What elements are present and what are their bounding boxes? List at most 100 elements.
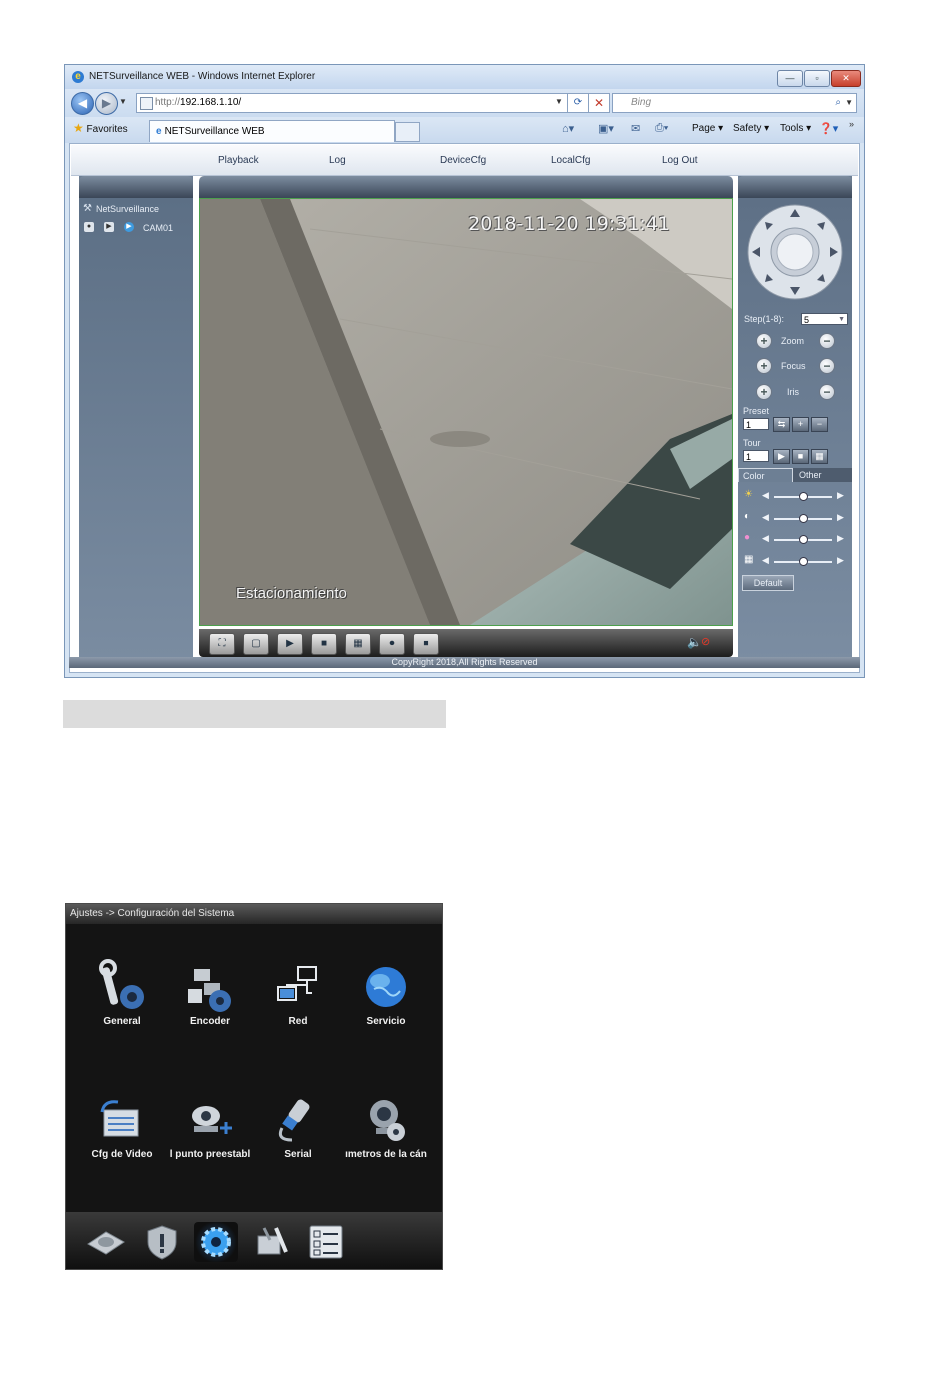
close-all-video-icon[interactable]: ■ bbox=[311, 633, 337, 655]
tools-menu[interactable]: Tools ▾ bbox=[780, 123, 811, 134]
menu-item-encoder[interactable]: Encoder bbox=[166, 1016, 254, 1027]
preset-remove-button[interactable]: − bbox=[811, 417, 828, 432]
focus-near-button[interactable]: + bbox=[756, 358, 772, 374]
back-button[interactable]: ◀ bbox=[71, 92, 94, 115]
menu-item-cfg-video[interactable]: Cfg de Video bbox=[78, 1149, 166, 1160]
record-icon[interactable]: ● bbox=[84, 222, 94, 232]
ptz-direction-pad[interactable] bbox=[747, 204, 843, 300]
saturation-increase-icon[interactable]: ▶ bbox=[837, 533, 844, 544]
new-tab-button[interactable] bbox=[395, 122, 420, 142]
tour-stop-button[interactable]: ■ bbox=[792, 449, 809, 464]
star-icon: ★ bbox=[73, 121, 84, 135]
safety-menu[interactable]: Safety ▾ bbox=[733, 123, 769, 134]
contrast-knob[interactable] bbox=[799, 514, 808, 523]
network-icon[interactable] bbox=[268, 959, 328, 1019]
close-button[interactable]: ✕ bbox=[831, 70, 861, 87]
address-bar[interactable]: http://192.168.1.10/ bbox=[136, 93, 568, 113]
dvr-system-menu: Ajustes -> Configuración del Sistema Gen… bbox=[65, 903, 443, 1270]
hard-disk-icon[interactable] bbox=[84, 1222, 128, 1262]
nav-playback[interactable]: Playback bbox=[218, 155, 259, 166]
search-dropdown-icon[interactable]: ▼ bbox=[845, 94, 853, 112]
globe-icon[interactable] bbox=[356, 959, 416, 1019]
stop-button[interactable]: ✕ bbox=[588, 93, 610, 113]
snapshot-icon[interactable]: ▦ bbox=[345, 633, 371, 655]
video-feed[interactable]: 2018-11-20 19:31:41 Estacionamiento bbox=[199, 198, 733, 626]
maximize-button[interactable]: ▫ bbox=[804, 70, 830, 87]
preset-label: Preset bbox=[743, 406, 770, 416]
encoder-blocks-icon[interactable] bbox=[180, 959, 240, 1019]
menu-item-servicio[interactable]: Servicio bbox=[342, 1016, 430, 1027]
menu-item-preset[interactable]: l punto preestabl bbox=[166, 1149, 254, 1160]
home-icon[interactable]: ⌂▾ bbox=[562, 122, 574, 135]
record-start-icon[interactable]: ⏺ bbox=[379, 633, 405, 655]
tab-color[interactable]: Color bbox=[738, 468, 793, 482]
shield-icon[interactable] bbox=[140, 1222, 184, 1262]
history-dropdown-icon[interactable]: ▼ bbox=[119, 97, 127, 106]
hue-decrease-icon[interactable]: ◀ bbox=[762, 555, 769, 566]
menu-item-general[interactable]: General bbox=[78, 1016, 166, 1027]
search-input[interactable]: Bing ⌕ ▼ bbox=[612, 93, 857, 113]
zoom-label: Zoom bbox=[781, 336, 805, 346]
tab-netsurveillance[interactable]: e NETSurveillance WEB bbox=[149, 120, 395, 142]
serial-cable-icon[interactable] bbox=[268, 1092, 328, 1152]
nav-devicecfg[interactable]: DeviceCfg bbox=[440, 155, 486, 166]
preset-goto-button[interactable]: ⇆ bbox=[773, 417, 790, 432]
wrench-gear-icon[interactable] bbox=[92, 959, 152, 1019]
saturation-knob[interactable] bbox=[799, 535, 808, 544]
mail-icon[interactable]: ✉ bbox=[631, 122, 640, 135]
play-icon[interactable]: ▶ bbox=[104, 222, 114, 232]
tree-root[interactable]: NetSurveillance bbox=[96, 204, 159, 214]
hue-increase-icon[interactable]: ▶ bbox=[837, 555, 844, 566]
mute-icon[interactable]: 🔈 bbox=[687, 635, 702, 649]
focus-far-button[interactable]: − bbox=[819, 358, 835, 374]
brightness-decrease-icon[interactable]: ◀ bbox=[762, 490, 769, 501]
hue-knob[interactable] bbox=[799, 557, 808, 566]
brightness-increase-icon[interactable]: ▶ bbox=[837, 490, 844, 501]
tools-icon[interactable] bbox=[250, 1222, 294, 1262]
chevron-more-icon[interactable]: » bbox=[849, 119, 854, 129]
menu-item-camera-params[interactable]: ımetros de la cán bbox=[342, 1149, 430, 1160]
tour-play-button[interactable]: ▶ bbox=[773, 449, 790, 464]
search-icon[interactable]: ⌕ bbox=[835, 94, 841, 112]
camera-play-icon[interactable]: ▶ bbox=[124, 222, 134, 232]
brightness-knob[interactable] bbox=[799, 492, 808, 501]
fullscreen-icon[interactable]: ⛶ bbox=[209, 633, 235, 655]
iris-open-button[interactable]: + bbox=[756, 384, 772, 400]
preset-input[interactable]: 1 bbox=[743, 418, 769, 430]
iris-close-button[interactable]: − bbox=[819, 384, 835, 400]
menu-item-serial[interactable]: Serial bbox=[254, 1149, 342, 1160]
minimize-button[interactable]: — bbox=[777, 70, 803, 87]
contrast-increase-icon[interactable]: ▶ bbox=[837, 512, 844, 523]
address-dropdown-icon[interactable]: ▼ bbox=[553, 93, 565, 111]
tour-grid-button[interactable]: ▦ bbox=[811, 449, 828, 464]
step-select[interactable]: 5 ▼ bbox=[801, 313, 848, 325]
saturation-decrease-icon[interactable]: ◀ bbox=[762, 533, 769, 544]
gear-icon[interactable] bbox=[194, 1222, 238, 1262]
video-config-icon[interactable] bbox=[92, 1092, 152, 1152]
preset-add-button[interactable]: + bbox=[792, 417, 809, 432]
print-icon[interactable]: ⎙▾ bbox=[655, 122, 668, 135]
menu-item-red[interactable]: Red bbox=[254, 1016, 342, 1027]
record-stop-icon[interactable]: ⏹ bbox=[413, 633, 439, 655]
forward-button[interactable]: ▶ bbox=[95, 92, 118, 115]
favorites-button[interactable]: ★ Favorites bbox=[73, 121, 128, 135]
camera-params-icon[interactable] bbox=[356, 1092, 416, 1152]
single-view-icon[interactable]: ▢ bbox=[243, 633, 269, 655]
open-all-video-icon[interactable]: ▶ bbox=[277, 633, 303, 655]
contrast-decrease-icon[interactable]: ◀ bbox=[762, 512, 769, 523]
checklist-icon[interactable] bbox=[304, 1222, 348, 1262]
nav-localcfg[interactable]: LocalCfg bbox=[551, 155, 590, 166]
default-button[interactable]: Default bbox=[742, 575, 794, 591]
help-icon[interactable]: ❓▾ bbox=[819, 122, 838, 135]
refresh-button[interactable]: ⟳ bbox=[567, 93, 589, 113]
page-menu[interactable]: Page ▾ bbox=[692, 123, 723, 134]
tour-input[interactable]: 1 bbox=[743, 450, 769, 462]
nav-logout[interactable]: Log Out bbox=[662, 155, 698, 166]
ptz-camera-icon[interactable] bbox=[180, 1092, 240, 1152]
zoom-in-button[interactable]: + bbox=[756, 333, 772, 349]
tab-other[interactable]: Other bbox=[795, 468, 850, 482]
camera-item[interactable]: CAM01 bbox=[143, 223, 173, 233]
zoom-out-button[interactable]: − bbox=[819, 333, 835, 349]
feeds-icon[interactable]: ▣▾ bbox=[598, 122, 614, 135]
nav-log[interactable]: Log bbox=[329, 155, 346, 166]
